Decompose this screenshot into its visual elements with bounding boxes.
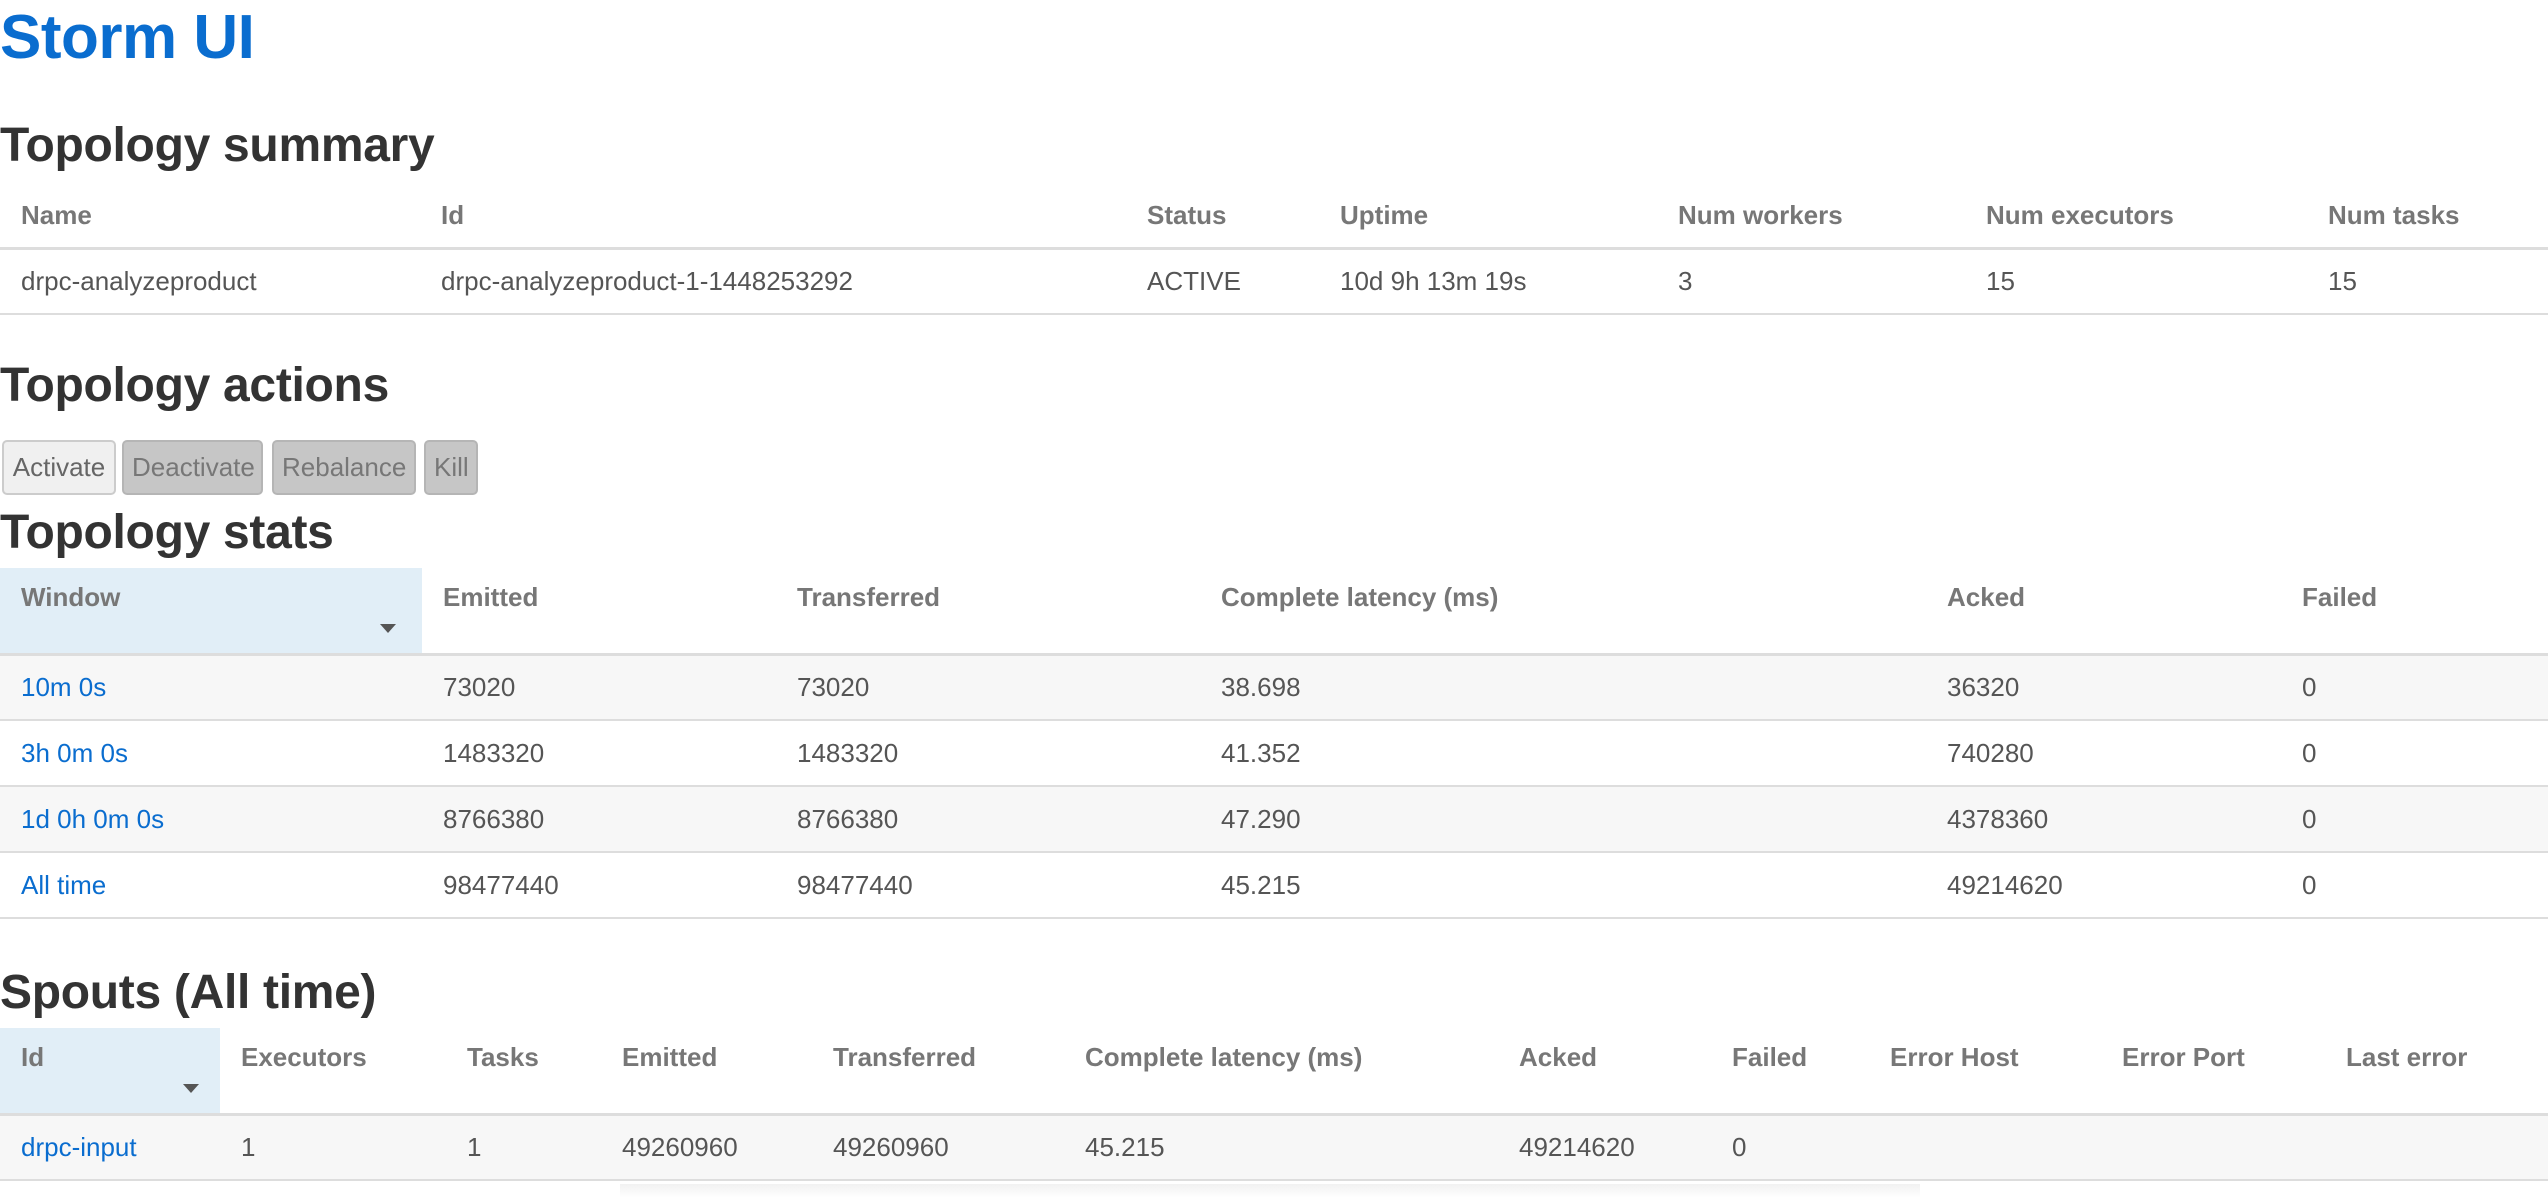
caret-down-icon [380, 624, 396, 633]
page-title: Storm UI [0, 3, 255, 72]
spouts-title: Spouts (All time) [0, 966, 377, 1019]
topology-actions-title: Topology actions [0, 359, 389, 412]
emitted-value: 8766380 [422, 786, 776, 853]
topology-status: ACTIVE [1126, 248, 1319, 315]
column-header-last-error[interactable]: Last error [2325, 1028, 2548, 1116]
topology-id: drpc-analyzeproduct-1-1448253292 [420, 248, 1126, 315]
column-header-tasks[interactable]: Tasks [446, 1028, 601, 1116]
failed-value: 0 [2281, 852, 2548, 919]
topology-num-tasks: 15 [2307, 248, 2548, 315]
table-row: 10m 0s 73020 73020 38.698 36320 0 [0, 654, 2548, 721]
column-header-acked[interactable]: Acked [1926, 568, 2281, 656]
column-header-complete-latency[interactable]: Complete latency (ms) [1064, 1028, 1498, 1116]
failed-value: 0 [1711, 1114, 1869, 1181]
window-link[interactable]: 1d 0h 0m 0s [0, 786, 422, 853]
column-header-uptime[interactable]: Uptime [1319, 182, 1657, 250]
acked-value: 740280 [1926, 720, 2281, 787]
topology-summary-table: Name Id Status Uptime Num workers Num ex… [0, 182, 2548, 315]
transferred-value: 98477440 [776, 852, 1200, 919]
caret-down-icon [183, 1084, 199, 1093]
column-header-transferred[interactable]: Transferred [812, 1028, 1064, 1116]
topology-stats-title: Topology stats [0, 506, 334, 559]
complete-latency-value: 45.215 [1064, 1114, 1498, 1181]
tasks-value: 1 [446, 1114, 601, 1181]
column-header-error-host[interactable]: Error Host [1869, 1028, 2101, 1116]
spout-id-link[interactable]: drpc-input [0, 1114, 220, 1181]
table-row: drpc-input 1 1 49260960 49260960 45.215 … [0, 1114, 2548, 1181]
failed-value: 0 [2281, 786, 2548, 853]
activate-button[interactable]: Activate [2, 440, 116, 495]
column-header-status[interactable]: Status [1126, 182, 1319, 250]
last-error-value [2325, 1114, 2548, 1181]
column-header-emitted[interactable]: Emitted [601, 1028, 812, 1116]
topology-name: drpc-analyzeproduct [0, 248, 420, 315]
topology-summary-title: Topology summary [0, 119, 435, 172]
complete-latency-value: 47.290 [1200, 786, 1926, 853]
transferred-value: 8766380 [776, 786, 1200, 853]
complete-latency-value: 38.698 [1200, 654, 1926, 721]
column-header-executors[interactable]: Executors [220, 1028, 446, 1116]
column-header-num-workers[interactable]: Num workers [1657, 182, 1965, 250]
emitted-value: 98477440 [422, 852, 776, 919]
complete-latency-value: 45.215 [1200, 852, 1926, 919]
column-header-id[interactable]: Id [420, 182, 1126, 250]
rebalance-button[interactable]: Rebalance [272, 440, 416, 495]
column-header-failed[interactable]: Failed [1711, 1028, 1869, 1116]
emitted-value: 1483320 [422, 720, 776, 787]
failed-value: 0 [2281, 654, 2548, 721]
topology-uptime: 10d 9h 13m 19s [1319, 248, 1657, 315]
emitted-value: 49260960 [601, 1114, 812, 1181]
topology-num-workers: 3 [1657, 248, 1965, 315]
emitted-value: 73020 [422, 654, 776, 721]
transferred-value: 1483320 [776, 720, 1200, 787]
table-row: All time 98477440 98477440 45.215 492146… [0, 852, 2548, 919]
window-link[interactable]: 10m 0s [0, 654, 422, 721]
spouts-table: Id Executors Tasks Emitted Transferred C… [0, 1028, 2548, 1181]
window-link[interactable]: All time [0, 852, 422, 919]
column-header-num-tasks[interactable]: Num tasks [2307, 182, 2548, 250]
kill-button[interactable]: Kill [424, 440, 478, 495]
column-header-name[interactable]: Name [0, 182, 420, 250]
column-header-id[interactable]: Id [0, 1028, 220, 1116]
column-header-error-port[interactable]: Error Port [2101, 1028, 2325, 1116]
transferred-value: 73020 [776, 654, 1200, 721]
column-header-transferred[interactable]: Transferred [776, 568, 1200, 656]
executors-value: 1 [220, 1114, 446, 1181]
table-row: drpc-analyzeproduct drpc-analyzeproduct-… [0, 248, 2548, 315]
topology-stats-table: Window Emitted Transferred Complete late… [0, 568, 2548, 919]
table-row: 1d 0h 0m 0s 8766380 8766380 47.290 43783… [0, 786, 2548, 853]
column-header-acked[interactable]: Acked [1498, 1028, 1711, 1116]
complete-latency-value: 41.352 [1200, 720, 1926, 787]
failed-value: 0 [2281, 720, 2548, 787]
acked-value: 36320 [1926, 654, 2281, 721]
transferred-value: 49260960 [812, 1114, 1064, 1181]
table-row: 3h 0m 0s 1483320 1483320 41.352 740280 0 [0, 720, 2548, 787]
column-header-emitted[interactable]: Emitted [422, 568, 776, 656]
window-link[interactable]: 3h 0m 0s [0, 720, 422, 787]
column-header-num-executors[interactable]: Num executors [1965, 182, 2307, 250]
column-header-window[interactable]: Window [0, 568, 422, 656]
acked-value: 49214620 [1926, 852, 2281, 919]
column-header-complete-latency[interactable]: Complete latency (ms) [1200, 568, 1926, 656]
error-host-value [1869, 1114, 2101, 1181]
error-port-value [2101, 1114, 2325, 1181]
topology-num-executors: 15 [1965, 248, 2307, 315]
acked-value: 4378360 [1926, 786, 2281, 853]
scroll-fade [620, 1184, 1920, 1198]
deactivate-button[interactable]: Deactivate [122, 440, 263, 495]
acked-value: 49214620 [1498, 1114, 1711, 1181]
column-header-failed[interactable]: Failed [2281, 568, 2548, 656]
